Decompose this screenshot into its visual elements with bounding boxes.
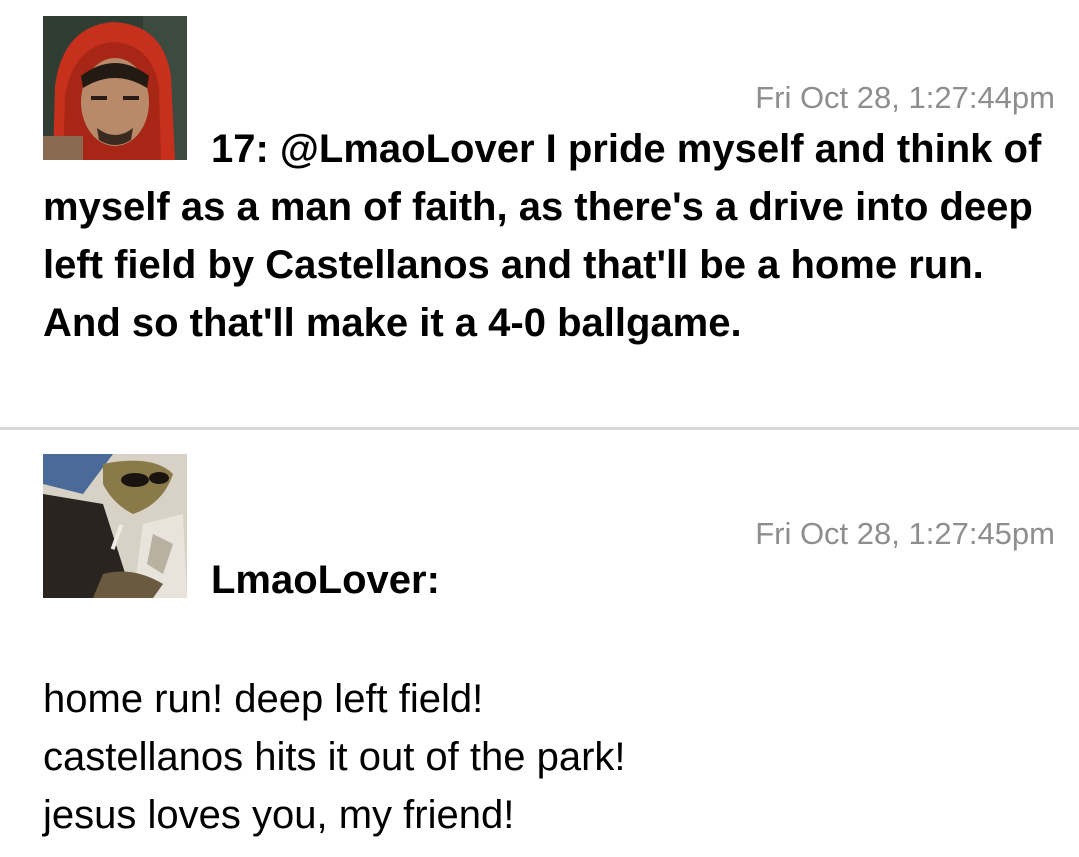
message-line: jesus loves you, my friend!	[43, 793, 515, 837]
avatar[interactable]	[43, 454, 187, 598]
post-message: 17: @LmaoLover I pride myself and think …	[43, 127, 1042, 345]
chat-post: Fri Oct 28, 1:27:44pm 17: @LmaoLover I p…	[0, 0, 1079, 428]
post-author[interactable]: LmaoLover:	[211, 558, 440, 603]
chat-post: Fri Oct 28, 1:27:45pm LmaoLover: home ru…	[0, 430, 1079, 857]
alien-avatar-image	[43, 454, 187, 598]
post-message: home run! deep left field! castellanos h…	[43, 670, 626, 844]
message-line: castellanos hits it out of the park!	[43, 735, 626, 779]
post-timestamp: Fri Oct 28, 1:27:44pm	[755, 80, 1055, 115]
message-line: home run! deep left field!	[43, 677, 484, 721]
post-timestamp: Fri Oct 28, 1:27:45pm	[755, 516, 1055, 551]
